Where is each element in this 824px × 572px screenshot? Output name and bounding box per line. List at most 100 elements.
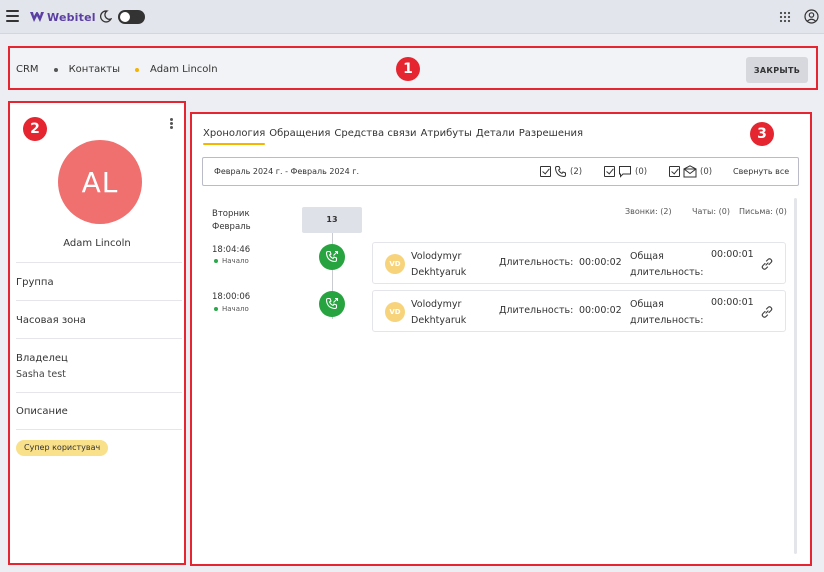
tabs-bar: Хронология Обращения Средства связи Атри… [203, 128, 587, 145]
total-duration-label: Общая длительность: [630, 249, 703, 281]
breadcrumb-current: Adam Lincoln [150, 64, 218, 75]
event-time: 18:04:46 [212, 245, 251, 255]
webitel-logo-icon [30, 12, 44, 22]
owner-value: Sasha test [16, 369, 66, 380]
tab-chronology[interactable]: Хронология [203, 128, 266, 145]
breadcrumb-crm[interactable]: CRM [16, 64, 39, 75]
breadcrumb: CRM Контакты Adam Lincoln [16, 64, 218, 75]
chats-checkbox[interactable] [604, 166, 615, 177]
tab-attributes[interactable]: Атрибуты [421, 128, 472, 145]
chats-count: (0) [635, 166, 648, 177]
top-bar: Webitel [0, 0, 824, 34]
status-dot [214, 259, 218, 263]
contact-avatar: AL [58, 140, 142, 224]
timezone-label: Часовая зона [16, 315, 86, 326]
agent-last-name: Dekhtyaruk [411, 315, 467, 326]
moon-icon [99, 10, 112, 23]
agent-last-name: Dekhtyaruk [411, 267, 467, 278]
calls-checkbox[interactable] [540, 166, 551, 177]
duration-value: 00:00:02 [579, 305, 622, 316]
call-card[interactable]: VD Volodymyr Dekhtyaruk Длительность: 00… [372, 290, 786, 332]
brand-logo[interactable]: Webitel [30, 9, 96, 25]
call-event-icon[interactable] [319, 291, 345, 317]
breadcrumb-contacts[interactable]: Контакты [69, 64, 120, 75]
event-status-label: Начало [222, 305, 249, 313]
duration-value: 00:00:02 [579, 257, 622, 268]
day-number-chip[interactable]: 13 [302, 207, 362, 233]
total-duration-label-line1: Общая [630, 299, 664, 310]
link-icon[interactable] [760, 305, 774, 319]
description-field[interactable]: Описание [16, 392, 182, 430]
agent-name: Volodymyr Dekhtyaruk [411, 297, 466, 329]
menu-icon[interactable] [6, 10, 19, 22]
phone-outgoing-icon [325, 250, 339, 263]
call-event-icon[interactable] [319, 244, 345, 270]
date-range-picker[interactable]: Февраль 2024 г. - Февраль 2024 г. [214, 167, 359, 176]
agent-first-name: Volodymyr [411, 299, 462, 310]
tab-communications[interactable]: Средства связи [334, 128, 416, 145]
event-status: Начало [214, 305, 249, 313]
brand-name: Webitel [47, 10, 96, 24]
link-icon[interactable] [760, 257, 774, 271]
timeline-panel: Хронология Обращения Средства связи Атри… [190, 112, 812, 566]
total-duration-label-line1: Общая [630, 251, 664, 262]
total-duration-label-line2: длительность: [630, 267, 704, 278]
emails-counter: Письма: (0) [739, 207, 787, 216]
calls-count: (2) [570, 166, 583, 177]
group-field[interactable]: Группа [16, 262, 182, 300]
agent-avatar: VD [385, 254, 405, 274]
label-tag[interactable]: Супер користувач [16, 440, 109, 456]
timezone-field[interactable]: Часовая зона [16, 300, 182, 338]
calls-counter: Звонки: (2) [625, 207, 672, 216]
event-status-label: Начало [222, 257, 249, 265]
close-button[interactable]: ЗАКРЫТЬ [746, 57, 808, 83]
group-label: Группа [16, 277, 54, 288]
chats-filter[interactable]: (0) [604, 165, 647, 178]
tab-cases[interactable]: Обращения [269, 128, 330, 145]
calls-filter[interactable]: (2) [540, 165, 582, 178]
status-dot [214, 307, 218, 311]
chat-icon [619, 166, 631, 178]
tab-details[interactable]: Детали [476, 128, 515, 145]
timeline-filter-bar: Февраль 2024 г. - Февраль 2024 г. (2) (0… [202, 157, 799, 186]
duration-label: Длительность: [499, 257, 574, 268]
agent-name: Volodymyr Dekhtyaruk [411, 249, 466, 281]
phone-icon [554, 166, 566, 178]
user-account-icon[interactable] [804, 9, 819, 24]
duration-label: Длительность: [499, 305, 574, 316]
breadcrumb-separator [135, 67, 140, 72]
emails-checkbox[interactable] [669, 166, 680, 177]
annotation-badge-2: 2 [23, 117, 47, 141]
theme-toggle[interactable] [118, 10, 145, 24]
contact-name: Adam Lincoln [63, 238, 131, 249]
call-card[interactable]: VD Volodymyr Dekhtyaruk Длительность: 00… [372, 242, 786, 284]
owner-field[interactable]: Владелец Sasha test [16, 338, 182, 392]
scrollbar[interactable] [794, 198, 797, 554]
agent-first-name: Volodymyr [411, 251, 462, 262]
total-duration-label-line2: длительность: [630, 315, 704, 326]
event-time: 18:00:06 [212, 292, 251, 302]
agent-avatar: VD [385, 302, 405, 322]
more-options-icon[interactable] [170, 118, 173, 129]
emails-count: (0) [700, 166, 713, 177]
day-label: Вторник Февраль [212, 208, 251, 234]
breadcrumb-separator [53, 67, 58, 72]
chats-counter: Чаты: (0) [692, 207, 730, 216]
contact-panel: AL Adam Lincoln Группа Часовая зона Влад… [8, 101, 186, 565]
event-status: Начало [214, 257, 249, 265]
annotation-badge-3: 3 [750, 122, 774, 146]
total-duration-value: 00:00:01 [711, 297, 754, 308]
day-weekday: Вторник [212, 209, 250, 219]
email-icon [683, 165, 697, 178]
description-label: Описание [16, 406, 68, 417]
collapse-all-button[interactable]: Свернуть все [733, 167, 789, 176]
phone-outgoing-icon [325, 297, 339, 310]
total-duration-value: 00:00:01 [711, 249, 754, 260]
apps-grid-icon[interactable] [779, 11, 791, 23]
annotation-badge-1: 1 [396, 57, 420, 81]
total-duration-label: Общая длительность: [630, 297, 703, 329]
emails-filter[interactable]: (0) [669, 165, 712, 178]
owner-label: Владелец [16, 353, 68, 364]
tab-permissions[interactable]: Разрешения [519, 128, 583, 145]
day-month: Февраль [212, 222, 251, 232]
